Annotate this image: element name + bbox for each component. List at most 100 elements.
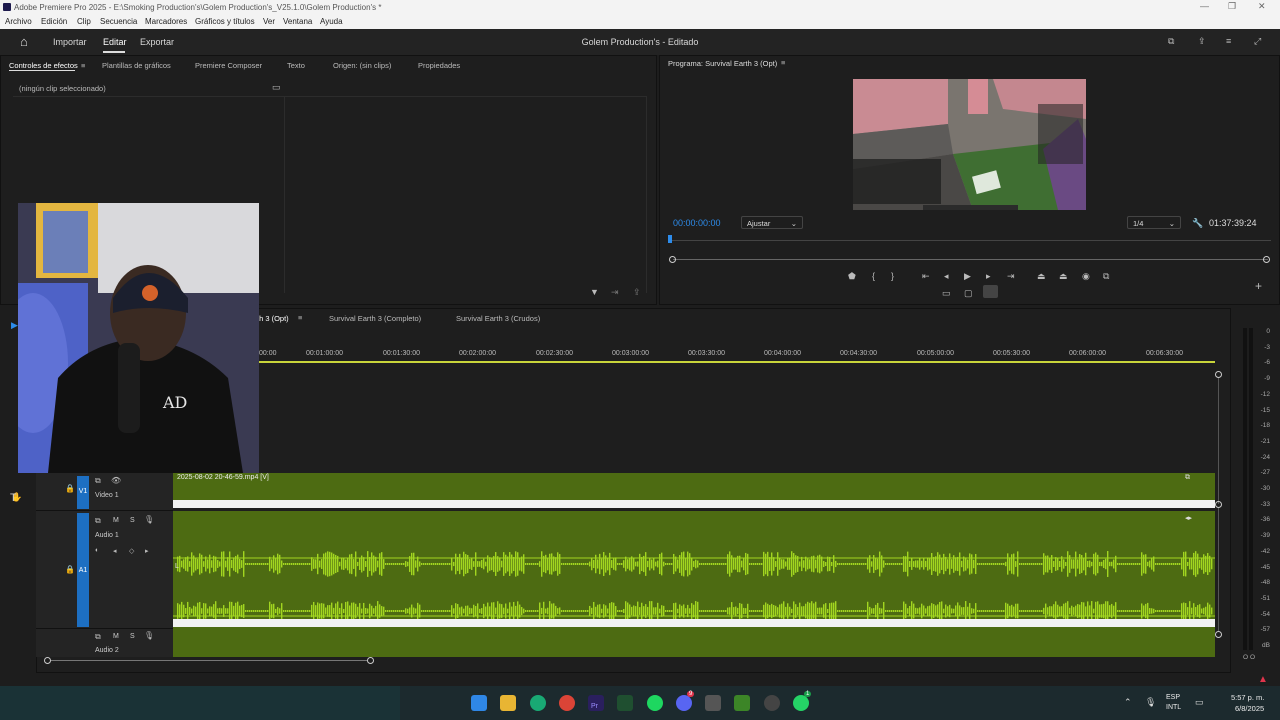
tab-text[interactable]: Texto [287, 61, 305, 70]
program-menu-icon[interactable]: ≡ [781, 58, 785, 67]
filter-icon[interactable]: ▼ [590, 287, 599, 297]
extract-icon[interactable]: ⇥ [611, 287, 619, 298]
sync-lock-icon[interactable]: ⧉ [95, 476, 101, 486]
obs-icon[interactable] [764, 695, 780, 711]
menu-graficos[interactable]: Gráficos y títulos [195, 17, 255, 26]
a1-add-key-icon[interactable]: ◇ [129, 547, 134, 555]
edge-icon[interactable] [530, 695, 546, 711]
timeline-tab-menu-icon[interactable]: ≡ [298, 313, 302, 322]
lock-icon[interactable]: 🔒 [65, 484, 75, 493]
a1-lock-icon[interactable]: 🔒 [65, 565, 75, 574]
minecraft-icon[interactable] [734, 695, 750, 711]
audio-clip[interactable]: L ◂▸ [173, 511, 1215, 629]
menu-ver[interactable]: Ver [263, 17, 275, 26]
tab-source[interactable]: Origen: (sin clips) [333, 61, 391, 70]
network-icon[interactable]: ▭ [1195, 697, 1204, 708]
mic-tray-icon[interactable]: 🎙 [1145, 697, 1156, 708]
app-icon[interactable] [617, 695, 633, 711]
tab-menu-icon[interactable]: ≡ [81, 61, 85, 70]
vr-icon[interactable]: ▭ [942, 288, 951, 299]
timeline-tab-crudos[interactable]: Survival Earth 3 (Crudos) [456, 314, 540, 323]
a-scroll-end-handle[interactable] [1215, 631, 1222, 638]
xbox-icon[interactable] [705, 695, 721, 711]
audio-vscroll[interactable] [1218, 508, 1219, 631]
start-icon[interactable] [471, 695, 487, 711]
program-playhead[interactable] [668, 235, 672, 243]
go-to-out-icon[interactable]: ⇥ [1007, 271, 1015, 282]
meter-solo-left[interactable]: O [1243, 654, 1248, 661]
a1-mic-icon[interactable]: 🎙 [144, 515, 154, 524]
menu-secuencia[interactable]: Secuencia [100, 17, 137, 26]
v-scroll-mid-handle[interactable] [1215, 501, 1222, 508]
premiere-taskbar-icon[interactable]: Pr [588, 695, 604, 711]
tray-chevron-icon[interactable]: ⌃ [1124, 697, 1132, 708]
timeline-hscroll[interactable] [44, 657, 374, 664]
add-marker-icon[interactable]: ⬟ [848, 271, 856, 282]
tab-effect-controls[interactable]: Controles de efectos [9, 61, 78, 70]
add-button-icon[interactable]: + [1255, 279, 1262, 293]
video-clip[interactable]: 2025-08-02 20-46-59.mp4 [V] ⧉ [173, 473, 1215, 508]
a1-sync-icon[interactable]: ⧉ [95, 516, 101, 526]
menu-clip[interactable]: Clip [77, 17, 91, 26]
lang-layout[interactable]: INTL [1166, 704, 1181, 711]
menu-lines-icon[interactable]: ≡ [1226, 36, 1231, 46]
selection-tool-icon[interactable]: ▶ [11, 320, 18, 331]
hscroll-bar[interactable] [51, 660, 367, 661]
eye-icon[interactable]: 👁 [111, 476, 121, 485]
workspaces-icon[interactable]: ⧉ [1168, 36, 1174, 47]
whatsapp-icon[interactable] [793, 695, 809, 711]
scroll-end-handle[interactable] [1263, 256, 1270, 263]
chrome-icon[interactable] [559, 695, 575, 711]
safe-margins-icon[interactable]: ▢ [964, 288, 973, 299]
tab-graphic-templates[interactable]: Plantillas de gráficos [102, 61, 171, 70]
a1-mute[interactable]: M [113, 517, 119, 524]
warning-icon[interactable]: ▲ [1258, 674, 1268, 685]
a2-mute[interactable]: M [113, 633, 119, 640]
program-timecode[interactable]: 00:00:00:00 [673, 218, 721, 228]
tab-properties[interactable]: Propiedades [418, 61, 460, 70]
a1-prev-key-icon[interactable]: ◂ [113, 547, 117, 555]
discord-icon[interactable] [676, 695, 692, 711]
a2-sync-icon[interactable]: ⧉ [95, 632, 101, 642]
clock-date[interactable]: 6/8/2025 [1235, 704, 1264, 713]
quality-dropdown[interactable]: 1/4 ⌄ [1127, 216, 1181, 229]
video-vscroll[interactable] [1218, 378, 1219, 504]
program-ruler[interactable] [669, 240, 1271, 241]
menu-ventana[interactable]: Ventana [283, 17, 312, 26]
hscroll-end[interactable] [367, 657, 374, 664]
menu-marcadores[interactable]: Marcadores [145, 17, 187, 26]
mark-in-icon[interactable]: { [872, 271, 875, 281]
maximize-icon[interactable]: ❐ [1228, 1, 1236, 12]
tab-premiere-composer[interactable]: Premiere Composer [195, 61, 262, 70]
file-explorer-icon[interactable] [500, 695, 516, 711]
wrench-icon[interactable]: 🔧 [1192, 218, 1203, 229]
timeline-tab-opt[interactable]: th 3 (Opt) [257, 314, 289, 323]
clock-time[interactable]: 5:57 p. m. [1231, 693, 1264, 702]
meter-solo-right[interactable]: O [1250, 654, 1255, 661]
step-back-icon[interactable]: ◂ [944, 271, 949, 282]
share-icon[interactable]: ⇪ [1198, 36, 1206, 47]
spotify-icon[interactable] [647, 695, 663, 711]
a1-volume-icon[interactable]: ◐ [95, 547, 99, 554]
lift-icon[interactable]: ⏏ [1037, 271, 1046, 282]
a1-next-key-icon[interactable]: ▸ [145, 547, 149, 555]
extract-icon[interactable]: ⏏ [1059, 271, 1068, 282]
close-icon[interactable]: ✕ [1258, 1, 1266, 12]
mark-out-icon[interactable]: } [891, 271, 894, 281]
scroll-start-handle[interactable] [669, 256, 676, 263]
lang-code[interactable]: ESP [1166, 694, 1180, 701]
camera-icon[interactable]: ◉ [1082, 271, 1090, 282]
menu-ayuda[interactable]: Ayuda [320, 17, 343, 26]
vscroll-top-handle[interactable] [1215, 371, 1222, 378]
work-area-bar[interactable] [173, 361, 1215, 363]
hscroll-start[interactable] [44, 657, 51, 664]
audio-2-clip[interactable] [173, 629, 1215, 657]
minimize-icon[interactable]: — [1200, 1, 1209, 11]
program-video-frame[interactable] [853, 79, 1086, 210]
panel-toggle-icon[interactable]: ▭ [272, 82, 281, 93]
step-forward-icon[interactable]: ▸ [986, 271, 991, 282]
menu-edicion[interactable]: Edición [41, 17, 67, 26]
go-to-in-icon[interactable]: ⇤ [922, 271, 930, 282]
fullscreen-icon[interactable]: ⤢ [1254, 36, 1261, 47]
export-frame-icon[interactable]: ⇪ [633, 287, 641, 298]
